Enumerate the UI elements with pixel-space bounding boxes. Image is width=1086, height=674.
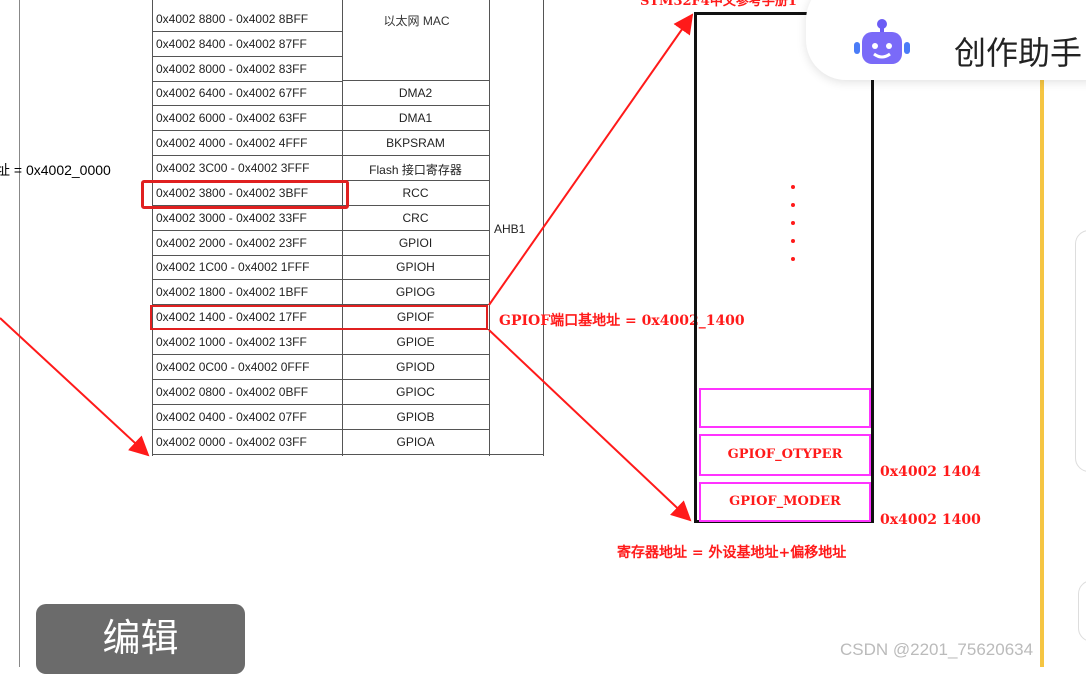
- edit-button-label: 编辑: [102, 618, 179, 660]
- arrow-to-moder: [488, 329, 692, 522]
- creation-assistant-button[interactable]: 创作助手: [806, 0, 1086, 80]
- arrow-to-column-top: [488, 13, 694, 306]
- arrow-to-gpioa: [0, 317, 150, 457]
- edit-button[interactable]: 编辑: [36, 604, 245, 674]
- csdn-watermark: CSDN @2201_75620634: [840, 640, 1034, 659]
- right-accent-bar: [1040, 80, 1044, 667]
- assistant-label: 创作助手: [954, 35, 1083, 71]
- robot-icon: [854, 19, 910, 64]
- right-side-button[interactable]: [1075, 230, 1086, 472]
- ethernet-group-bottom-line: [342, 80, 490, 81]
- arrows-layer: [0, 13, 694, 522]
- right-side-button-2[interactable]: [1078, 580, 1086, 642]
